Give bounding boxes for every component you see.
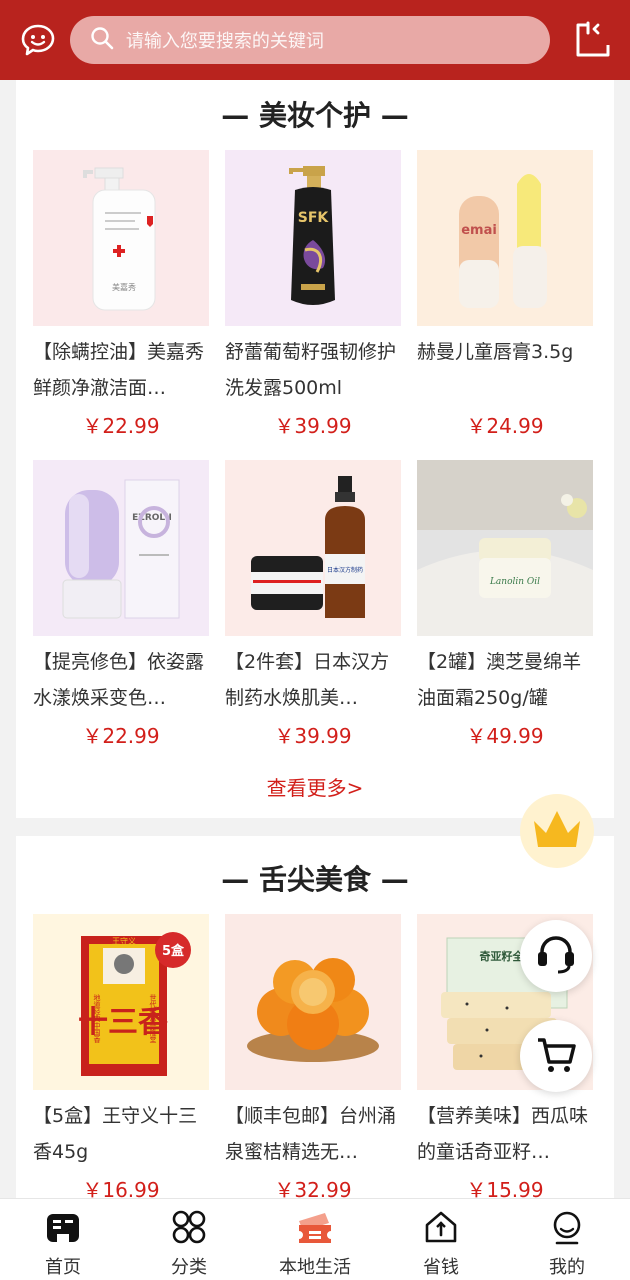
section-beauty: — 美妆个护 — 美嘉秀 【除螨控油】美嘉秀鲜颜净澈洁面… ￥22.99 SFK… [16,80,614,818]
save-money-icon [421,1207,461,1247]
top-bar: 请输入您要搜索的关键词 [0,0,630,80]
view-more-link[interactable]: 查看更多> [16,772,614,801]
product-name: 赫曼儿童唇膏3.5g [417,341,574,363]
svg-text:emai: emai [461,223,497,238]
product-image: SFK [225,150,401,326]
product-image: 美嘉秀 [33,150,209,326]
product-card[interactable]: emai 赫曼儿童唇膏3.5g ￥24.99 [417,150,593,444]
svg-text:日本汉方制药: 日本汉方制药 [327,566,363,574]
product-name: 【营养美味】西瓜味的童话奇亚籽… [417,1105,589,1163]
tab-profile[interactable]: 我的 [504,1199,630,1280]
customer-service-button[interactable] [520,920,592,992]
svg-text:美嘉秀: 美嘉秀 [112,282,136,292]
search-input[interactable]: 请输入您要搜索的关键词 [69,16,551,64]
tab-label: 分类 [171,1257,207,1278]
cart-button[interactable] [520,1020,592,1092]
headset-icon [534,932,578,980]
product-name: 【顺丰包邮】台州涌泉蜜桔精选无… [225,1105,397,1163]
tab-label: 本地生活 [279,1257,351,1278]
product-price: ￥24.99 [466,414,544,438]
svg-text:王守义: 王守义 [112,936,136,946]
svg-text:SFK: SFK [298,210,330,226]
product-image: EZROLII [33,460,209,636]
search-icon [90,26,114,54]
product-card[interactable]: Lanolin Oil 【2罐】澳芝曼绵羊油面霜250g/罐 ￥49.99 [417,460,593,754]
bottom-tab-bar: 首页 分类 本地生活 省钱 我的 [0,1198,630,1280]
product-price: ￥22.99 [82,414,160,438]
product-name: 舒蕾葡萄籽强韧修护洗发露500ml [225,341,397,399]
category-icon [169,1207,209,1247]
product-image: 日本汉方制药 [225,460,401,636]
product-price: ￥39.99 [274,724,352,748]
product-image [225,914,401,1090]
product-price: ￥39.99 [274,414,352,438]
product-name: 【2罐】澳芝曼绵羊油面霜250g/罐 [417,651,582,709]
cart-icon [534,1032,578,1080]
svg-text:Lanolin Oil: Lanolin Oil [489,577,540,587]
svg-text:地道经典中国香: 地道经典中国香 [93,993,101,1044]
search-placeholder: 请输入您要搜索的关键词 [125,31,324,52]
crown-icon [530,807,584,855]
tab-save-money[interactable]: 省钱 [378,1199,504,1280]
home-icon [43,1207,83,1247]
svg-text:世代传承兴隆堂: 世代传承兴隆堂 [149,993,157,1043]
profile-icon [547,1207,587,1247]
exit-icon[interactable] [572,20,612,60]
product-card[interactable]: EZROLII 【提亮修色】依姿露水漾焕采变色… ￥22.99 [33,460,209,754]
product-card[interactable]: 【顺丰包邮】台州涌泉蜜桔精选无… ￥32.99 [225,914,401,1208]
product-card[interactable]: 十三香 王守义 地道经典中国香 世代传承兴隆堂 5盒 【5盒】王守义十三香45g… [33,914,209,1208]
product-name: 【除螨控油】美嘉秀鲜颜净澈洁面… [33,341,205,399]
product-image: emai [417,150,593,326]
tab-label: 我的 [549,1257,585,1278]
product-name: 【5盒】王守义十三香45g [33,1105,198,1163]
section-food: — 舌尖美食 — 十三香 王守义 地道经典中国香 世代传承兴隆堂 5盒 【5盒】… [16,836,614,1206]
section-title: — 舌尖美食 — [221,863,409,896]
tab-home[interactable]: 首页 [0,1199,126,1280]
tab-label: 首页 [45,1257,81,1278]
tab-category[interactable]: 分类 [126,1199,252,1280]
ticket-icon [295,1207,335,1247]
tab-label: 省钱 [423,1257,459,1278]
svg-text:5盒: 5盒 [162,943,185,959]
product-price: ￥22.99 [82,724,160,748]
message-icon[interactable] [18,20,58,60]
section-title: — 美妆个护 — [221,99,409,132]
product-image: 十三香 王守义 地道经典中国香 世代传承兴隆堂 5盒 [33,914,209,1090]
product-name: 【提亮修色】依姿露水漾焕采变色… [33,651,205,709]
product-image: Lanolin Oil [417,460,593,636]
product-card[interactable]: SFK 舒蕾葡萄籽强韧修护洗发露500ml ￥39.99 [225,150,401,444]
product-price: ￥49.99 [466,724,544,748]
product-card[interactable]: 美嘉秀 【除螨控油】美嘉秀鲜颜净澈洁面… ￥22.99 [33,150,209,444]
tab-local-life[interactable]: 本地生活 [252,1199,378,1280]
vip-crown-button[interactable] [520,794,594,868]
product-name: 【2件套】日本汉方制药水焕肌美… [225,651,390,709]
product-card[interactable]: 日本汉方制药 【2件套】日本汉方制药水焕肌美… ￥39.99 [225,460,401,754]
